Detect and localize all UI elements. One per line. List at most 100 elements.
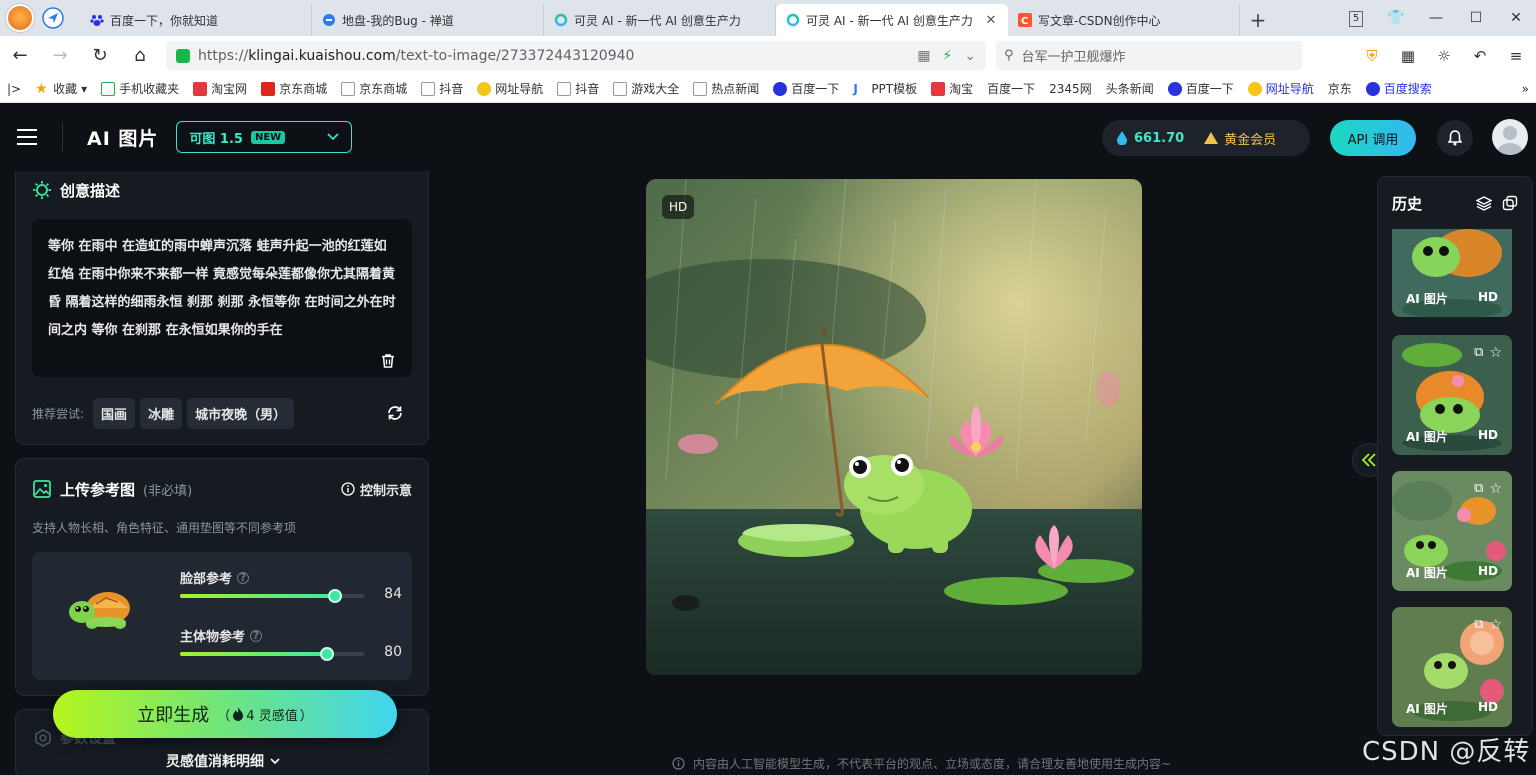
qr-code-icon[interactable]: ▦ <box>917 48 930 64</box>
bookmark-item[interactable]: 百度一下 <box>1161 80 1241 97</box>
consume-detail-toggle[interactable]: 灵感值消耗明细 <box>166 751 280 771</box>
hamburger-menu-icon[interactable] <box>0 103 54 171</box>
star-icon[interactable]: ☆ <box>1489 617 1502 633</box>
bookmark-item[interactable]: 游戏大全 <box>606 80 686 97</box>
undo-icon[interactable]: ↶ <box>1466 47 1494 65</box>
sidebar-toggle-icon[interactable]: |> <box>0 82 28 96</box>
apps-grid-icon[interactable]: ▦ <box>1394 47 1422 65</box>
bookmarks-overflow-icon[interactable]: » <box>1515 82 1536 96</box>
model-selector[interactable]: 可图 1.5 NEW <box>176 121 353 153</box>
face-reference-track[interactable] <box>180 589 364 603</box>
suggestion-chip[interactable]: 冰雕 <box>140 397 183 429</box>
url-field[interactable]: https://klingai.kuaishou.com/text-to-ima… <box>166 41 986 70</box>
suggestion-row: 推荐尝试: 国画 冰雕 城市夜晚（男） <box>32 397 295 429</box>
refresh-suggestions-icon[interactable] <box>386 404 404 422</box>
slider-knob[interactable] <box>327 589 342 603</box>
tab-count-badge[interactable]: 5 <box>1336 9 1376 27</box>
browser-tab-1[interactable]: 百度一下，你就知道 <box>80 4 312 36</box>
suggest-label: 推荐尝试: <box>32 406 85 421</box>
subject-reference-value: 80 <box>384 644 402 660</box>
trash-icon[interactable] <box>380 353 396 369</box>
bookmark-item[interactable]: 头条新闻 <box>1099 80 1161 97</box>
brightness-icon[interactable]: ☼ <box>1430 47 1458 65</box>
suggestion-chip[interactable]: 城市夜晚（男） <box>187 397 295 429</box>
bookmark-item[interactable]: ★ 收藏 ▾ <box>28 80 94 97</box>
slider-knob[interactable] <box>320 647 335 661</box>
tab-close-icon[interactable]: ✕ <box>984 13 998 28</box>
copy-icon[interactable]: ⧉ <box>1474 345 1483 361</box>
copy-icon[interactable] <box>1502 195 1518 211</box>
chevron-down-icon[interactable]: ⌄ <box>964 48 976 64</box>
new-tab-button[interactable]: + <box>1240 4 1276 36</box>
bookmark-item[interactable]: 网址导航 <box>1241 80 1321 97</box>
bookmark-label: 京东商城 <box>359 82 408 96</box>
layers-icon[interactable] <box>1476 195 1492 211</box>
reload-button[interactable]: ↻ <box>80 36 120 75</box>
history-item-1[interactable]: AI 图片 HD <box>1392 229 1512 317</box>
bookmark-item[interactable]: 2345网 <box>1042 80 1099 97</box>
bookmark-item[interactable]: 百度一下 <box>766 80 846 97</box>
svg-text:C: C <box>1021 16 1028 27</box>
copy-icon[interactable]: ⧉ <box>1474 617 1483 633</box>
credits-membership[interactable]: 661.70 黄金会员 <box>1102 120 1310 156</box>
api-button[interactable]: API 调用 <box>1330 120 1416 156</box>
bookmark-item[interactable]: 淘宝网 <box>186 80 254 97</box>
generate-button[interactable]: 立即生成 （ 4 灵感值 ） <box>53 690 397 738</box>
lightning-icon[interactable]: ⚡ <box>942 48 952 64</box>
suggestion-chip[interactable]: 国画 <box>93 397 136 429</box>
bookmark-item[interactable]: 京东商城 <box>254 80 334 97</box>
copy-icon[interactable]: ⧉ <box>1474 481 1483 497</box>
navigation-arrow-icon[interactable] <box>42 7 64 29</box>
more-menu-icon[interactable]: ≡ <box>1502 47 1530 65</box>
history-item-3[interactable]: ⧉ ☆ AI 图片 HD <box>1392 471 1512 591</box>
bookmark-label: 京东商城 <box>279 82 328 96</box>
bookmark-item[interactable]: 京东商城 <box>334 80 414 97</box>
browser-tab-3[interactable]: 可灵 AI - 新一代 AI 创意生产力 <box>544 4 776 36</box>
close-window-icon[interactable]: ✕ <box>1496 10 1536 26</box>
bookmark-item[interactable]: 手机收藏夹 <box>94 80 186 97</box>
help-icon[interactable]: ? <box>250 629 263 642</box>
star-icon[interactable]: ☆ <box>1489 481 1502 497</box>
tab-bar-left <box>0 0 80 36</box>
maximize-icon[interactable]: ☐ <box>1456 10 1496 26</box>
star-icon[interactable]: ☆ <box>1489 345 1502 361</box>
browser-profile-avatar[interactable] <box>6 4 34 32</box>
csdn-watermark: CSDN @反转 <box>1362 737 1531 767</box>
minimize-icon[interactable]: — <box>1416 10 1456 26</box>
browser-search-field[interactable]: ⚲ 台军一护卫舰爆炸 <box>996 41 1302 70</box>
help-icon[interactable]: ? <box>237 571 250 584</box>
home-button[interactable]: ⌂ <box>120 36 160 75</box>
bookmark-item[interactable]: 淘宝 <box>924 80 980 97</box>
turtle-reference-thumbnail[interactable] <box>62 578 138 646</box>
bookmark-item[interactable]: 抖音 <box>550 80 606 97</box>
description-title: 创意描述 <box>60 181 121 200</box>
bookmark-item[interactable]: 京东 <box>1321 80 1359 97</box>
shield-icon[interactable]: ⛨ <box>1358 47 1386 65</box>
prompt-textarea[interactable]: 等你 在雨中 在造虹的雨中蝉声沉落 蛙声升起一池的红莲如红焰 在雨中你来不来都一… <box>32 219 412 377</box>
shirt-icon[interactable]: 👕 <box>1376 10 1416 26</box>
drop-icon <box>1116 131 1128 145</box>
tab-title: 写文章-CSDN创作中心 <box>1038 13 1161 28</box>
back-button[interactable]: ← <box>0 36 40 75</box>
browser-tab-5[interactable]: C 写文章-CSDN创作中心 <box>1008 4 1240 36</box>
subject-reference-track[interactable] <box>180 647 364 661</box>
bookmark-item[interactable]: 网址导航 <box>470 80 550 97</box>
browser-tab-4-active[interactable]: 可灵 AI - 新一代 AI 创意生产力 ✕ <box>776 4 1008 36</box>
history-item-4[interactable]: ⧉ ☆ AI 图片 HD <box>1392 607 1512 727</box>
control-demo-link[interactable]: 控制示意 <box>341 480 412 499</box>
history-item-2[interactable]: ⧉ ☆ AI 图片 HD <box>1392 335 1512 455</box>
forward-button[interactable]: → <box>40 36 80 75</box>
bookmark-item[interactable]: J PPT模板 <box>846 80 924 97</box>
browser-tab-2[interactable]: 地盘-我的Bug - 禅道 <box>312 4 544 36</box>
cost-value: 4 灵感值 <box>246 708 298 724</box>
generated-image[interactable]: HD <box>646 179 1142 675</box>
bookmarks-bar: |> ★ 收藏 ▾ 手机收藏夹 淘宝网 京东商城 京东商城 抖音 网址导航 抖音 … <box>0 75 1536 103</box>
notification-bell-icon[interactable] <box>1437 120 1473 156</box>
history-header: 历史 <box>1378 177 1532 229</box>
bookmark-item[interactable]: 热点新闻 <box>686 80 766 97</box>
bookmark-item[interactable]: 抖音 <box>414 80 470 97</box>
bookmark-item[interactable]: 百度搜索 <box>1359 80 1439 97</box>
disclaimer-text: 内容由人工智能模型生成，不代表平台的观点、立场或态度，请合理友善地使用生成内容~ <box>693 757 1172 771</box>
user-avatar[interactable] <box>1492 119 1528 155</box>
bookmark-item[interactable]: 百度一下 <box>980 80 1042 97</box>
